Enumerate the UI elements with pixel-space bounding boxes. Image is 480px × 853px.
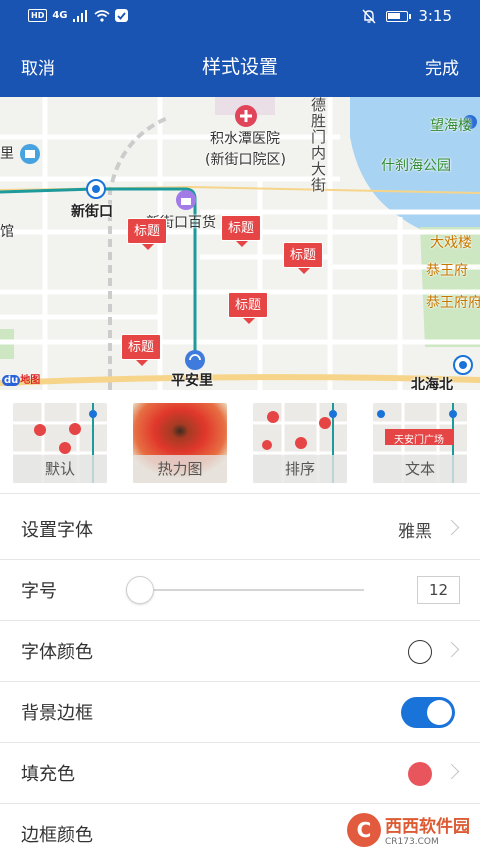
fill-color-swatch (408, 762, 432, 786)
watermark-logo-icon: C (347, 812, 381, 847)
map-label-beihai: 北海北 (411, 377, 453, 390)
map-label-wanghai: 望海楼 (430, 118, 472, 134)
style-default-label: 默认 (13, 455, 107, 483)
font-size-value[interactable]: 12 (417, 576, 460, 604)
background-border-label: 背景边框 (21, 703, 93, 724)
clock: 3:15 (418, 7, 452, 25)
map-label-hospital: 积水潭医院 (210, 131, 280, 147)
map-marker[interactable]: 标题 (228, 292, 268, 324)
map-marker[interactable]: 标题 (121, 334, 161, 366)
slider-handle[interactable] (126, 576, 154, 604)
style-heatmap-label: 热力图 (133, 455, 227, 483)
notification-app-icon (114, 9, 128, 22)
site-watermark: C 西西软件园 CR173.COM (347, 812, 470, 847)
style-text-label: 文本 (373, 455, 467, 483)
style-default[interactable]: 默认 (13, 403, 107, 483)
font-color-row[interactable]: 字体颜色 (0, 621, 480, 682)
style-heatmap[interactable]: 热力图 (133, 403, 227, 483)
signal-icon (72, 9, 87, 22)
map-label-hospital-branch: (新街口院区) (205, 152, 286, 168)
map-label-pinganli: 平安里 (171, 373, 213, 389)
shopping-icon (176, 190, 196, 210)
station-beihai-icon (453, 355, 473, 375)
text-style-sample: 天安门广场 (394, 435, 444, 446)
font-size-row: 字号 12 (0, 560, 480, 621)
map-label-gongwangfuzhi: 恭王府府 (426, 295, 480, 311)
bank-icon (20, 144, 40, 164)
font-label: 设置字体 (21, 520, 93, 541)
chevron-right-icon (443, 519, 460, 536)
app-bar: 取消 样式设置 完成 (0, 34, 480, 97)
chevron-right-icon (443, 641, 460, 658)
mute-bell-icon (362, 9, 376, 23)
fill-color-row[interactable]: 填充色 (0, 743, 480, 804)
battery-icon (386, 10, 412, 22)
map-marker[interactable]: 标题 (127, 218, 167, 250)
chevron-right-icon (443, 763, 460, 780)
map-label-li: 里 (0, 146, 14, 162)
style-ranking-label: 排序 (253, 455, 347, 483)
background-border-toggle[interactable] (401, 697, 455, 728)
wifi-icon (93, 9, 110, 22)
font-size-label: 字号 (21, 581, 57, 602)
status-right: 3:15 (362, 7, 452, 25)
watermark-url: CR173.COM (385, 837, 439, 847)
map-marker[interactable]: 标题 (221, 215, 261, 247)
hd-badge: HD (28, 9, 48, 22)
fill-color-label: 填充色 (21, 764, 75, 785)
hospital-icon (235, 105, 257, 127)
font-setting-row[interactable]: 设置字体 雅黑 (0, 499, 480, 560)
toggle-knob (427, 700, 452, 725)
style-ranking[interactable]: 排序 (253, 403, 347, 483)
map-label-road: 德胜门内大街 (309, 97, 327, 193)
station-xinjiekou-icon (86, 179, 106, 199)
watermark-name: 西西软件园 (385, 817, 470, 837)
font-color-swatch (408, 640, 432, 664)
network-type: 4G (52, 10, 68, 21)
status-bar: HD 4G 3:15 (0, 0, 480, 34)
font-value: 雅黑 (398, 522, 432, 542)
baidu-logo: du 地图 (2, 375, 41, 386)
map-marker[interactable]: 标题 (283, 242, 323, 274)
map-label-guan: 馆 (0, 224, 14, 240)
page-title: 样式设置 (201, 56, 278, 78)
station-pinganli-icon (185, 350, 205, 370)
status-left: HD 4G (28, 9, 128, 22)
style-picker: 默认 热力图 排序 天安门广场 文本 (0, 390, 480, 494)
font-color-label: 字体颜色 (21, 642, 93, 663)
battery-level (388, 12, 401, 19)
border-color-label: 边框颜色 (21, 825, 93, 846)
map-label-shichahai: 什刹海公园 (381, 158, 451, 174)
style-text[interactable]: 天安门广场 文本 (373, 403, 467, 483)
map-preview[interactable]: 积水潭医院 (新街口院区) 德胜门内大街 望海楼 什刹海公园 里 新街口 新街口… (0, 97, 480, 390)
major-road (0, 374, 480, 386)
map-label-gongwangfu: 恭王府 (426, 263, 468, 279)
font-size-slider[interactable] (126, 576, 364, 604)
done-button[interactable]: 完成 (425, 54, 459, 79)
map-label-xinjiekou: 新街口 (71, 204, 113, 220)
background-border-row: 背景边框 (0, 682, 480, 743)
map-label-daxilou: 大戏楼 (430, 235, 472, 251)
